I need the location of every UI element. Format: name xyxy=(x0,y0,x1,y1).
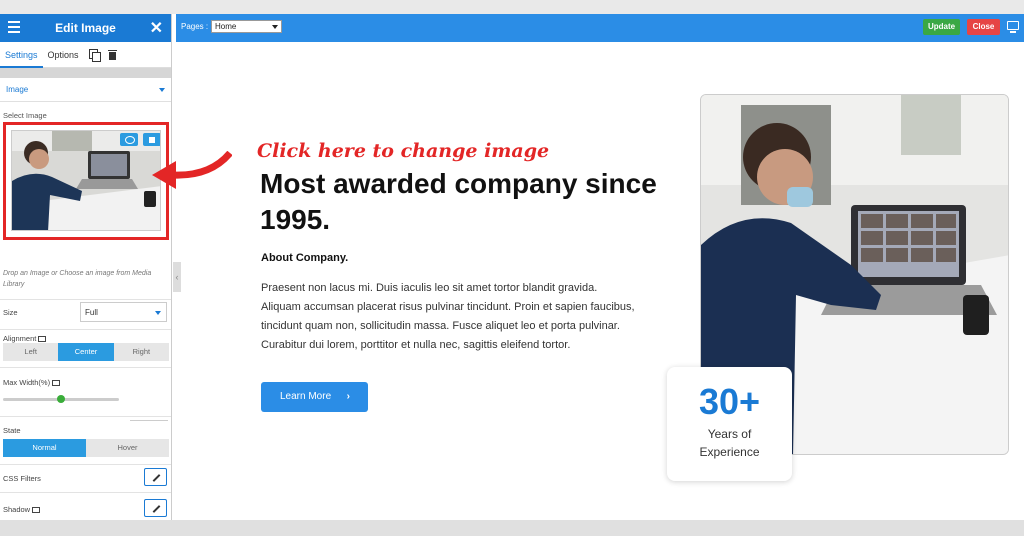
editor-topbar: Pages : Home Update Close xyxy=(176,14,1024,42)
sidebar-collapse-handle[interactable]: ‹ xyxy=(173,262,181,292)
chevron-down-icon xyxy=(155,311,161,315)
size-label: Size xyxy=(3,308,18,317)
state-normal-option[interactable]: Normal xyxy=(3,439,86,457)
edit-shadow-button[interactable] xyxy=(144,499,167,517)
alignment-toggle: Left Center Right xyxy=(3,343,169,361)
sidebar-tabs: Settings Options xyxy=(0,42,171,68)
divider xyxy=(0,492,171,493)
align-center-option[interactable]: Center xyxy=(58,343,114,361)
image-hint: Drop an Image or Choose an image from Me… xyxy=(3,270,152,288)
edit-image-sidebar: Edit Image ✕ Settings Options Image Sele… xyxy=(0,14,172,520)
image-thumbnail[interactable] xyxy=(11,130,161,231)
alignment-label-text: Alignment xyxy=(3,334,37,343)
align-right-option[interactable]: Right xyxy=(114,343,169,361)
size-row: Size Full xyxy=(0,298,171,326)
section-label: Image xyxy=(6,85,29,94)
divider xyxy=(0,416,171,417)
css-filters-label: CSS Filters xyxy=(3,474,41,483)
state-toggle: Normal Hover xyxy=(3,439,169,457)
chevron-right-icon: › xyxy=(346,391,350,402)
edit-css-filters-button[interactable] xyxy=(144,468,167,486)
monitor-icon[interactable] xyxy=(32,507,41,513)
size-value: Full xyxy=(85,308,98,317)
editor-window: Edit Image ✕ Settings Options Image Sele… xyxy=(0,14,1024,520)
pages-value: Home xyxy=(215,22,237,31)
stat-label-line2: Experience xyxy=(699,445,760,459)
learn-more-label: Learn More xyxy=(280,391,332,402)
sidebar-separator xyxy=(0,68,171,78)
divider xyxy=(0,329,171,330)
max-width-label-text: Max Width(%) xyxy=(3,378,51,387)
slider-handle[interactable] xyxy=(57,395,65,403)
image-picker[interactable] xyxy=(3,122,169,240)
device-preview-icon[interactable] xyxy=(1007,21,1019,33)
tab-options[interactable]: Options xyxy=(43,42,84,68)
tab-settings[interactable]: Settings xyxy=(0,42,43,68)
experience-stat-card[interactable]: 30+ Years of Experience xyxy=(667,367,792,481)
stat-number: 30+ xyxy=(698,381,761,422)
sidebar-header: Edit Image ✕ xyxy=(0,14,171,42)
alignment-label: Alignment xyxy=(0,334,171,343)
monitor-icon[interactable] xyxy=(52,380,61,386)
monitor-icon[interactable] xyxy=(38,336,47,342)
stat-label-line1: Years of xyxy=(707,427,752,441)
update-button[interactable]: Update xyxy=(923,19,960,35)
chevron-down-icon xyxy=(272,25,278,29)
about-heading[interactable]: About Company. xyxy=(261,252,348,264)
select-image-label: Select Image xyxy=(3,111,47,120)
size-select[interactable]: Full xyxy=(80,302,167,322)
learn-more-button[interactable]: Learn More › xyxy=(261,382,368,412)
page-headline[interactable]: Most awarded company since 1995. xyxy=(260,166,660,238)
eye-icon[interactable] xyxy=(120,133,138,146)
chevron-down-icon xyxy=(159,87,165,92)
shadow-label: Shadow xyxy=(3,505,31,514)
pages-label: Pages : xyxy=(181,22,209,31)
delete-icon[interactable] xyxy=(106,48,120,62)
max-width-input[interactable] xyxy=(130,407,168,421)
align-left-option[interactable]: Left xyxy=(3,343,58,361)
section-header-image[interactable]: Image xyxy=(0,78,171,102)
state-label: State xyxy=(3,426,21,435)
divider xyxy=(0,464,171,465)
pages-select[interactable]: Home xyxy=(211,20,282,33)
sidebar-title: Edit Image xyxy=(55,21,116,35)
body-paragraph[interactable]: Praesent non lacus mi. Duis iaculis leo … xyxy=(261,279,636,355)
close-icon[interactable]: ✕ xyxy=(150,18,163,38)
duplicate-icon[interactable] xyxy=(88,48,102,62)
state-hover-option[interactable]: Hover xyxy=(86,439,169,457)
annotation-callout: Click here to change image xyxy=(257,140,550,162)
max-width-label: Max Width(%) xyxy=(0,378,171,387)
trash-icon[interactable] xyxy=(143,133,160,146)
divider xyxy=(0,367,171,368)
state-label-row: State xyxy=(0,426,171,435)
bottom-bar xyxy=(0,520,1024,536)
close-button[interactable]: Close xyxy=(967,19,1000,35)
annotation-arrow-icon xyxy=(152,151,232,189)
